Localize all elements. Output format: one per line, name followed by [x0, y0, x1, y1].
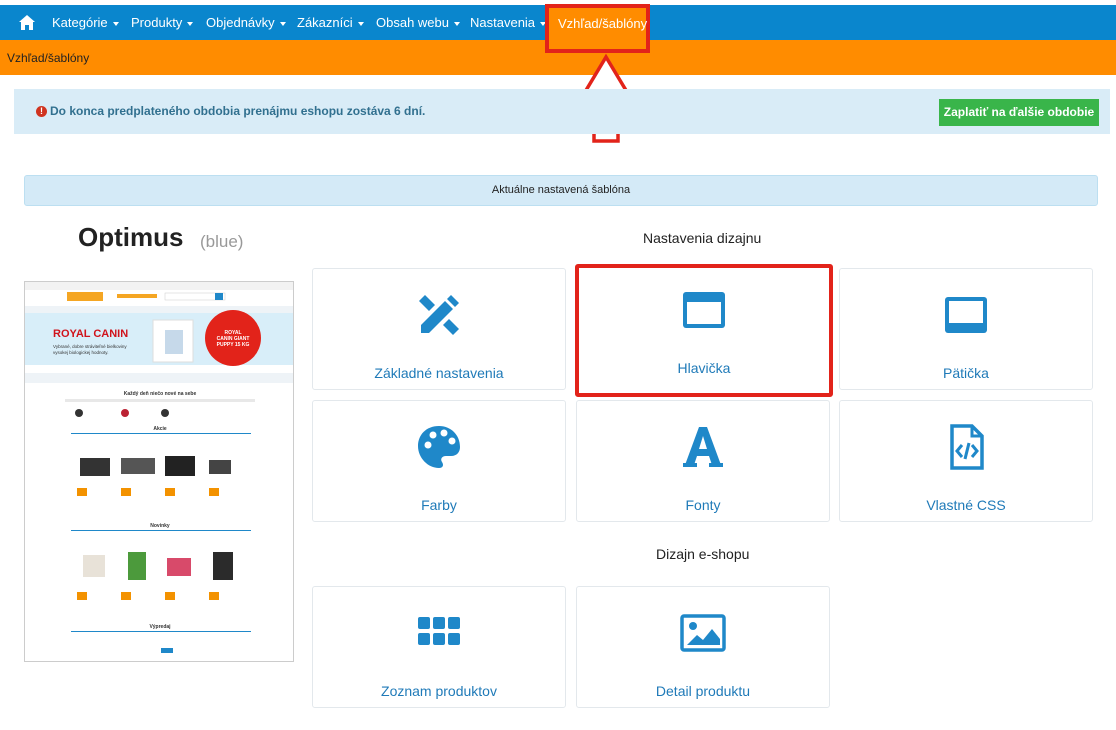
caret-down-icon	[454, 21, 460, 26]
nav-item-nastavenia[interactable]: Nastavenia	[470, 15, 547, 30]
nav-item-objednavky[interactable]: Objednávky	[206, 15, 286, 30]
nav-item-zakaznici[interactable]: Zákazníci	[297, 15, 364, 30]
svg-text:Každý deň niečo nové na sebe: Každý deň niečo nové na sebe	[124, 391, 197, 397]
preview-brand: ROYAL CANIN	[53, 328, 128, 340]
template-variant: (blue)	[200, 232, 244, 251]
template-preview-image: ROYAL CANIN Vybrané, dobre stráviteľné b…	[25, 282, 293, 653]
exclamation-circle-icon: !	[36, 106, 47, 117]
code-file-icon	[950, 424, 984, 470]
tile-product-list[interactable]: Zoznam produktov	[312, 586, 566, 708]
tools-icon	[419, 295, 459, 335]
window-header-icon	[683, 292, 725, 328]
image-icon	[680, 614, 726, 652]
font-icon	[683, 427, 723, 467]
tile-label: Fonty	[685, 497, 721, 513]
eshop-design-title: Dizajn e-shopu	[656, 546, 750, 562]
tile-colors[interactable]: Farby	[312, 400, 566, 522]
tile-basic-settings[interactable]: Základné nastavenia	[312, 268, 566, 390]
tile-fonts[interactable]: Fonty	[576, 400, 830, 522]
palette-icon	[418, 426, 460, 468]
template-name: Optimus	[78, 222, 184, 252]
caret-down-icon	[279, 21, 286, 26]
nav-item-obsah-webu[interactable]: Obsah webu	[376, 15, 460, 30]
tile-header[interactable]: Hlavička	[575, 264, 833, 397]
grid-icon	[418, 617, 460, 645]
alert-message: Do konca predplateného obdobia prenájmu …	[50, 104, 426, 118]
tile-label: Vlastné CSS	[926, 497, 1006, 513]
caret-down-icon	[112, 21, 119, 26]
tile-label: Detail produktu	[655, 683, 751, 699]
home-icon[interactable]	[18, 14, 36, 31]
current-template-header: Aktuálne nastavená šablóna	[24, 175, 1098, 206]
nav-item-kategorie[interactable]: Kategórie	[52, 15, 119, 30]
tile-label: Farby	[421, 497, 457, 513]
caret-down-icon	[187, 21, 194, 26]
tile-footer[interactable]: Pätička	[839, 268, 1093, 390]
tile-label: Hlavička	[677, 360, 731, 376]
tile-product-detail[interactable]: Detail produktu	[576, 586, 830, 708]
tile-label: Zoznam produktov	[381, 683, 497, 699]
design-settings-title: Nastavenia dizajnu	[643, 230, 762, 246]
tile-label: Pätička	[943, 365, 989, 381]
svg-text:Výpredaj: Výpredaj	[149, 624, 171, 630]
template-preview[interactable]: ROYAL CANIN Vybrané, dobre stráviteľné b…	[24, 281, 294, 662]
subscription-alert: ! Do konca predplateného obdobia prenájm…	[14, 89, 1110, 134]
tile-custom-css[interactable]: Vlastné CSS	[839, 400, 1093, 522]
nav-item-vzhlad-sablony[interactable]: Vzhľad/šablóny	[545, 4, 650, 53]
breadcrumb: Vzhľad/šablóny	[7, 51, 90, 65]
caret-down-icon	[357, 21, 364, 26]
svg-text:Novinky: Novinky	[150, 523, 170, 529]
window-footer-icon	[945, 297, 987, 333]
tile-label: Základné nastavenia	[374, 365, 504, 381]
nav-item-produkty[interactable]: Produkty	[131, 15, 194, 30]
svg-text:PUPPY 15 KG: PUPPY 15 KG	[217, 342, 250, 348]
pay-next-period-button[interactable]: Zaplatiť na ďalšie obdobie	[939, 99, 1099, 126]
svg-text:Vybrané, dobre stráviteľné bie: Vybrané, dobre stráviteľné bielkoviny	[53, 344, 127, 349]
svg-text:Akcie: Akcie	[153, 426, 167, 432]
svg-text:vysokej biologickej hodnoty.: vysokej biologickej hodnoty.	[53, 350, 108, 355]
